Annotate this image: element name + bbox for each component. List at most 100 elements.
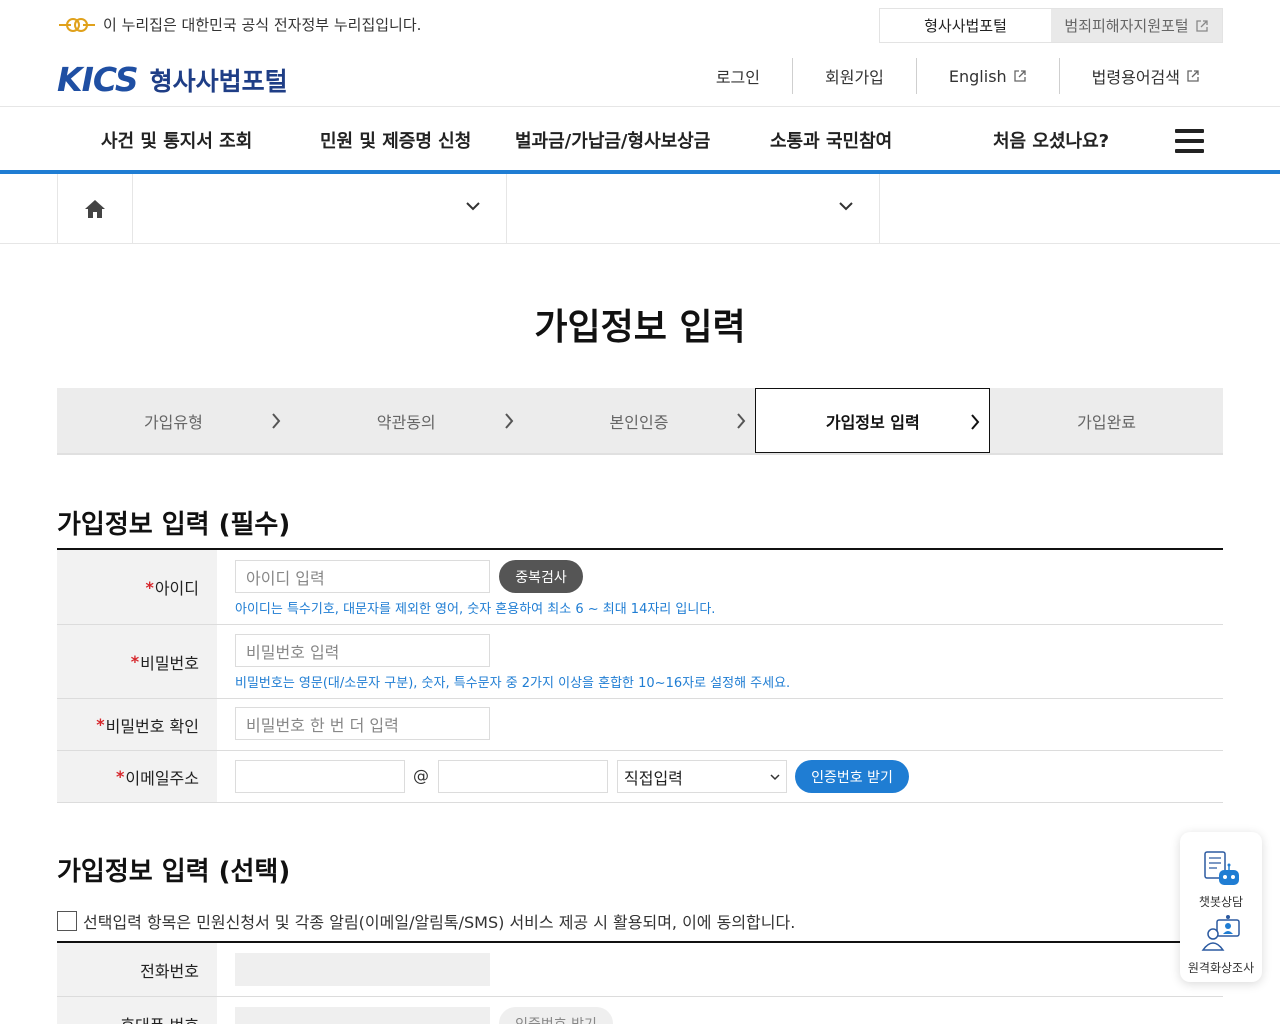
phone-input[interactable] [235, 953, 490, 986]
legal-term-search-link[interactable]: 법령용어검색 [1060, 58, 1200, 94]
step-item: 본인인증 [523, 388, 756, 453]
english-link[interactable]: English [917, 58, 1060, 94]
field-cell: 인증번호 받기 [217, 997, 1223, 1024]
util-label: English [948, 66, 1007, 86]
consent-text: 선택입력 항목은 민원신청서 및 각종 알림(이메일/알림톡/SMS) 서비스 … [83, 913, 796, 932]
signup-link[interactable]: 회원가입 [793, 58, 917, 94]
gnb-participation[interactable]: 소통과 국민참여 [770, 127, 892, 153]
gnb-first-visit[interactable]: 처음 오셨나요? [993, 127, 1109, 153]
field-label: * 비밀번호 [57, 625, 217, 698]
form-row-id: * 아이디 아이디 입력 중복검사 아이디는 특수기호, 대문자를 제외한 영어,… [57, 550, 1223, 625]
consent-checkbox[interactable] [57, 911, 77, 931]
field-label: * 비밀번호 확인 [57, 699, 217, 750]
external-link-icon [1014, 70, 1026, 82]
menu-icon[interactable] [1175, 129, 1204, 153]
id-hint: 아이디는 특수기호, 대문자를 제외한 영어, 숫자 혼용하여 최소 6 ~ 최… [235, 602, 716, 617]
home-icon [85, 199, 105, 218]
chevron-down-icon [770, 774, 780, 781]
email-domain-select[interactable]: 직접입력 [617, 760, 787, 793]
form-row-email: * 이메일주소 @ 직접입력 인증번호 받기 [57, 751, 1223, 803]
required-mark: * [96, 715, 105, 734]
email-at-sign: @ [413, 766, 429, 785]
id-input[interactable]: 아이디 입력 [235, 560, 490, 593]
location-depth1-select[interactable] [133, 174, 507, 243]
label-text: 전화번호 [140, 961, 199, 981]
form-row-phone: 전화번호 [57, 943, 1223, 997]
site-logo[interactable]: KICS 형사사법포털 [57, 60, 288, 99]
label-text: 아이디 [154, 579, 199, 598]
mobile-input[interactable] [235, 1007, 490, 1024]
form-row-password-confirm: * 비밀번호 확인 비밀번호 한 번 더 입력 [57, 699, 1223, 751]
mobile-verification-button[interactable]: 인증번호 받기 [499, 1007, 613, 1024]
signup-steps: 가입유형 약관동의 본인인증 가입정보 입력 가입완료 [57, 388, 1223, 455]
form-row-password: * 비밀번호 비밀번호 입력 비밀번호는 영문(대/소문자 구분), 숫자, 특수… [57, 625, 1223, 699]
label-text: 비밀번호 [140, 653, 199, 673]
chatbot-icon [1204, 851, 1239, 885]
required-mark: * [116, 767, 125, 786]
gnb-civil-petition[interactable]: 민원 및 제증명 신청 [320, 127, 471, 153]
email-local-input[interactable] [235, 760, 405, 793]
gnb-fines[interactable]: 벌과금/가납금/형사보상금 [515, 127, 710, 153]
location-depth2-select[interactable] [507, 174, 880, 243]
login-link[interactable]: 로그인 [684, 58, 793, 94]
form-row-mobile: 휴대폰 번호 인증번호 받기 [57, 997, 1223, 1024]
step-item: 가입완료 [990, 388, 1223, 453]
password-confirm-input[interactable]: 비밀번호 한 번 더 입력 [235, 707, 490, 740]
portal-tab-label: 형사사법포털 [924, 17, 1007, 35]
chevron-down-icon [839, 202, 853, 211]
step-item: 약관동의 [290, 388, 523, 453]
step-item: 가입유형 [57, 388, 290, 453]
portal-tab-label: 범죄피해자지원포털 [1064, 17, 1189, 35]
field-label: 전화번호 [57, 943, 217, 996]
id-duplicate-check-button[interactable]: 중복검사 [499, 560, 583, 593]
password-input[interactable]: 비밀번호 입력 [235, 634, 490, 667]
step-label: 본인인증 [609, 412, 669, 432]
step-label: 약관동의 [376, 412, 436, 432]
gnb-case-inquiry[interactable]: 사건 및 통지서 조회 [101, 127, 252, 153]
step-label: 가입완료 [1077, 412, 1137, 432]
location-bar [0, 174, 1280, 244]
email-domain-input[interactable] [438, 760, 608, 793]
util-label: 로그인 [715, 68, 760, 87]
logo-mark: KICS [57, 60, 139, 99]
chevron-right-icon [504, 413, 513, 429]
gov-emblem-icon [59, 17, 95, 32]
util-label: 회원가입 [825, 68, 884, 87]
portal-tab-kics[interactable]: 형사사법포털 [880, 9, 1051, 42]
video-investigation-button[interactable]: 원격화상조사 [1180, 914, 1262, 976]
select-value: 직접입력 [624, 768, 683, 788]
utility-nav: 로그인 회원가입 English 법령용어검색 [684, 58, 1200, 94]
home-button[interactable] [57, 174, 133, 243]
portal-tabs: 형사사법포털 범죄피해자지원포털 [879, 8, 1223, 43]
field-label: 휴대폰 번호 [57, 997, 217, 1024]
gov-notice-text: 이 누리집은 대한민국 공식 전자정부 누리집입니다. [103, 16, 422, 34]
chevron-down-icon [466, 202, 480, 211]
password-hint: 비밀번호는 영문(대/소문자 구분), 숫자, 특수문자 중 2가지 이상을 혼… [235, 676, 791, 691]
step-label: 가입유형 [143, 412, 203, 432]
floating-service-widget: 챗봇상담 원격화상조사 [1180, 832, 1262, 982]
video-call-icon [1201, 915, 1240, 951]
required-mark: * [145, 577, 154, 597]
optional-section-title: 가입정보 입력 (선택) [57, 857, 291, 887]
optional-consent: 선택입력 항목은 민원신청서 및 각종 알림(이메일/알림톡/SMS) 서비스 … [57, 909, 795, 933]
required-section-title: 가입정보 입력 (필수) [57, 510, 291, 540]
field-cell: @ 직접입력 인증번호 받기 [217, 751, 1223, 802]
chevron-right-icon [971, 414, 980, 430]
logo-text: 형사사법포털 [149, 66, 288, 96]
gov-notice: 이 누리집은 대한민국 공식 전자정부 누리집입니다. [57, 14, 421, 35]
site-header: KICS 형사사법포털 로그인 회원가입 English 법령용어검색 [0, 52, 1280, 107]
step-label: 가입정보 입력 [825, 412, 920, 432]
field-cell: 아이디 입력 중복검사 아이디는 특수기호, 대문자를 제외한 영어, 숫자 혼… [217, 550, 1223, 624]
chatbot-button[interactable]: 챗봇상담 [1180, 850, 1262, 910]
chatbot-label: 챗봇상담 [1198, 895, 1244, 909]
field-cell: 비밀번호 한 번 더 입력 [217, 699, 1223, 750]
util-label: 법령용어검색 [1091, 68, 1180, 87]
field-label: * 아이디 [57, 550, 217, 624]
required-form-table: * 아이디 아이디 입력 중복검사 아이디는 특수기호, 대문자를 제외한 영어,… [57, 548, 1223, 803]
chevron-right-icon [272, 413, 281, 429]
portal-tab-victim-support[interactable]: 범죄피해자지원포털 [1051, 9, 1222, 42]
field-cell: 비밀번호 입력 비밀번호는 영문(대/소문자 구분), 숫자, 특수문자 중 2… [217, 625, 1223, 698]
email-verification-button[interactable]: 인증번호 받기 [795, 760, 909, 793]
step-item-current: 가입정보 입력 [755, 388, 991, 453]
label-text: 비밀번호 확인 [105, 716, 199, 736]
